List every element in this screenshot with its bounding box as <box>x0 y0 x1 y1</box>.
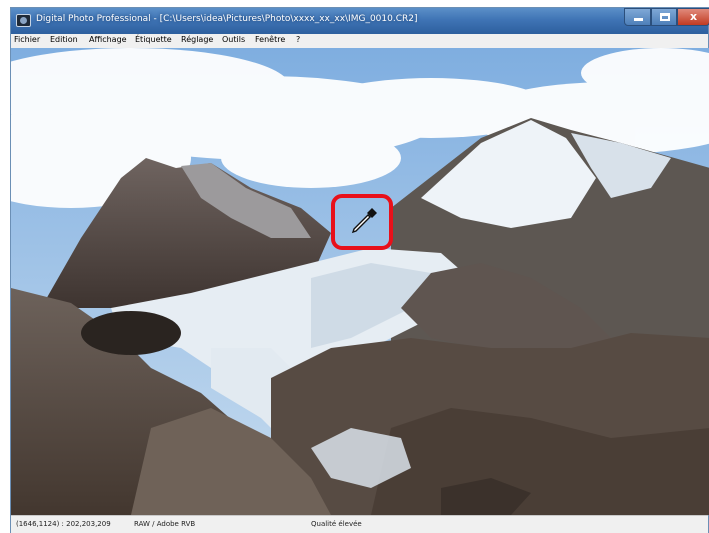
photo-view[interactable] <box>11 48 709 515</box>
quality-label: Qualité élevée <box>311 520 362 528</box>
menu-fenetre[interactable]: Fenêtre <box>255 35 285 44</box>
status-bar: (1646,1124) : 202,203,209 RAW / Adobe RV… <box>11 515 708 533</box>
menu-fichier[interactable]: Fichier <box>14 35 40 44</box>
maximize-icon <box>660 13 670 21</box>
menu-help[interactable]: ? <box>296 35 300 44</box>
minimize-icon <box>634 18 643 21</box>
mountain-photo <box>11 48 709 515</box>
menu-affichage[interactable]: Affichage <box>89 35 127 44</box>
app-window: Digital Photo Professional - [C:\Users\i… <box>10 7 709 533</box>
minimize-button[interactable] <box>624 8 651 26</box>
app-icon[interactable] <box>16 14 31 27</box>
eyedropper-icon <box>351 208 377 234</box>
menu-bar: Fichier Edition Affichage Étiquette Régl… <box>11 34 708 48</box>
menu-edition[interactable]: Edition <box>50 35 78 44</box>
color-format: RAW / Adobe RVB <box>134 520 196 528</box>
maximize-button[interactable] <box>651 8 677 26</box>
menu-reglage[interactable]: Réglage <box>181 35 213 44</box>
menu-outils[interactable]: Outils <box>222 35 245 44</box>
window-title: Digital Photo Professional - [C:\Users\i… <box>36 14 418 24</box>
pixel-info: (1646,1124) : 202,203,209 <box>16 520 111 528</box>
close-button[interactable]: x <box>677 8 709 26</box>
menu-etiquette[interactable]: Étiquette <box>135 35 172 44</box>
title-bar[interactable]: Digital Photo Professional - [C:\Users\i… <box>11 8 709 34</box>
